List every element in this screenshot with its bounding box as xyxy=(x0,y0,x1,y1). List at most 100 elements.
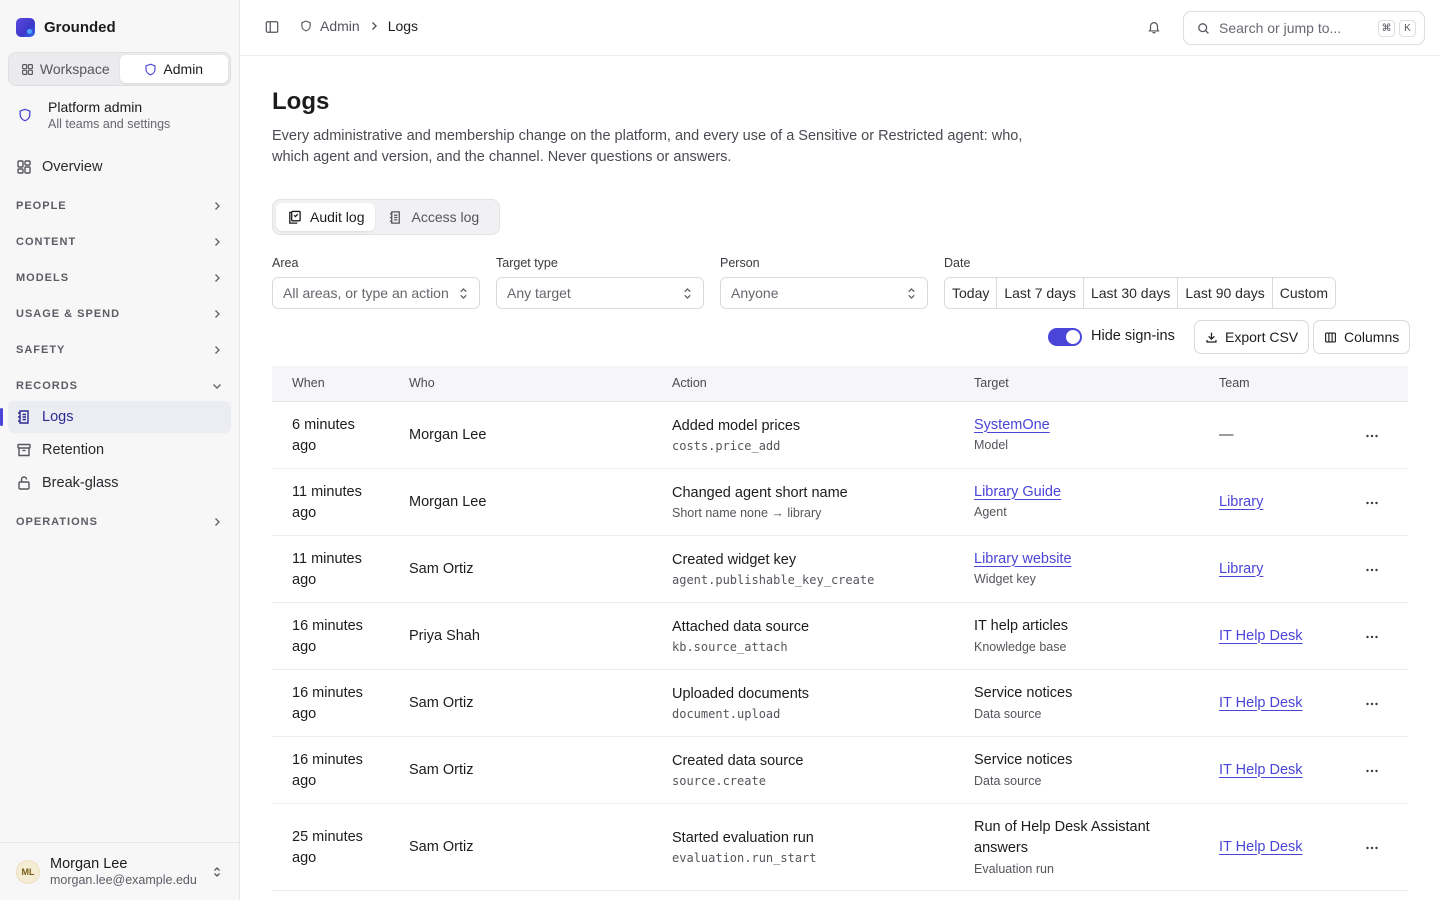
shield-icon xyxy=(301,20,311,32)
search-icon xyxy=(1198,22,1209,34)
topbar: Admin Logs Search or jump to... ⌘ K xyxy=(240,0,1440,56)
section-label: OPERATIONS xyxy=(16,516,98,528)
sidebar-section-people[interactable]: PEOPLE xyxy=(8,194,231,218)
tab-audit-log[interactable]: Audit log xyxy=(276,203,376,231)
table-row[interactable]: 6 minutes ago Morgan Lee Added model pri… xyxy=(272,402,1408,469)
sidebar-section-content[interactable]: CONTENT xyxy=(8,230,231,254)
action-title: Attached data source xyxy=(672,618,810,635)
column-header-when[interactable]: When xyxy=(292,376,325,390)
chevron-up-down-icon xyxy=(684,287,691,299)
admin-mode-button[interactable]: Admin xyxy=(119,55,228,83)
hide-signins-toggle[interactable] xyxy=(1048,328,1082,346)
sidebar-section-records[interactable]: RECORDS xyxy=(8,374,231,398)
bell-icon[interactable] xyxy=(1147,20,1161,34)
columns-button[interactable]: Columns xyxy=(1313,320,1411,354)
search-input[interactable]: Search or jump to... ⌘ K xyxy=(1183,11,1425,45)
action-detail: document.upload xyxy=(672,706,781,721)
date-option-90-days[interactable]: Last 90 days xyxy=(1177,278,1272,308)
cell-who: Morgan Lee xyxy=(409,426,487,443)
team-link[interactable]: IT Help Desk xyxy=(1219,762,1303,778)
target-link[interactable]: Library website xyxy=(974,549,1194,569)
cell-team: Library xyxy=(1219,561,1263,577)
column-header-target[interactable]: Target xyxy=(974,376,1009,390)
cell-target: Service notices Data source xyxy=(974,750,1194,791)
workspace-mode-label: Workspace xyxy=(39,61,110,77)
more-options-icon[interactable] xyxy=(1364,495,1380,511)
target-link[interactable]: Library Guide xyxy=(974,482,1194,502)
user-menu[interactable]: ML Morgan Lee morgan.lee@example.edu xyxy=(0,842,239,900)
cell-when: 16 minutes ago xyxy=(292,751,363,789)
table-row[interactable]: 11 minutes ago Morgan Lee Changed agent … xyxy=(272,469,1408,536)
team-empty: — xyxy=(1219,426,1234,443)
table-row[interactable]: 16 minutes ago Priya Shah Attached data … xyxy=(272,603,1408,670)
more-options-icon[interactable] xyxy=(1364,629,1380,645)
column-header-action[interactable]: Action xyxy=(672,376,707,390)
sidebar-item-logs[interactable]: Logs xyxy=(8,401,231,433)
target-type-filter-select[interactable]: Any target xyxy=(496,277,704,309)
column-header-who[interactable]: Who xyxy=(409,376,435,390)
table-row[interactable]: 25 minutes ago Sam Ortiz Started evaluat… xyxy=(272,804,1408,891)
date-option-7-days[interactable]: Last 7 days xyxy=(996,278,1083,308)
sidebar-section-usage[interactable]: USAGE & SPEND xyxy=(8,302,231,326)
sidebar-section-models[interactable]: MODELS xyxy=(8,266,231,290)
team-link[interactable]: IT Help Desk xyxy=(1219,839,1303,855)
action-detail: kb.source_attach xyxy=(672,639,788,654)
section-label: RECORDS xyxy=(16,380,79,392)
sidebar-item-label: Logs xyxy=(42,409,74,425)
cell-when: 16 minutes ago xyxy=(292,684,363,722)
sidebar-toggle-icon[interactable] xyxy=(265,20,279,34)
chevron-up-down-icon xyxy=(908,287,915,299)
table-row[interactable]: 11 minutes ago Sam Ortiz Created widget … xyxy=(272,536,1408,603)
more-options-icon[interactable] xyxy=(1364,562,1380,578)
cell-when: 6 minutes ago xyxy=(292,416,355,454)
section-label: CONTENT xyxy=(16,236,77,248)
team-link[interactable]: Library xyxy=(1219,561,1263,577)
sidebar-item-label: Break-glass xyxy=(42,475,119,491)
section-label: SAFETY xyxy=(16,344,66,356)
sidebar-section-safety[interactable]: SAFETY xyxy=(8,338,231,362)
table-row[interactable]: 16 minutes ago Sam Ortiz Uploaded docume… xyxy=(272,670,1408,737)
more-options-icon[interactable] xyxy=(1364,840,1380,856)
action-title: Created widget key xyxy=(672,551,797,568)
person-filter-select[interactable]: Anyone xyxy=(720,277,928,309)
workspace-mode-button[interactable]: Workspace xyxy=(11,55,120,83)
more-options-icon[interactable] xyxy=(1364,696,1380,712)
target-type: Evaluation run xyxy=(974,861,1054,876)
chevron-up-down-icon xyxy=(214,866,220,877)
cell-team: IT Help Desk xyxy=(1219,762,1303,778)
action-detail: costs.price_add xyxy=(672,438,781,453)
more-options-icon[interactable] xyxy=(1364,428,1380,444)
sidebar-section-operations[interactable]: OPERATIONS xyxy=(8,510,231,534)
date-option-custom[interactable]: Custom xyxy=(1271,278,1335,308)
date-option-today[interactable]: Today xyxy=(945,278,997,308)
target-type: Agent xyxy=(974,504,1007,519)
cell-action: Changed agent short name Short name none… xyxy=(672,483,848,523)
export-csv-button[interactable]: Export CSV xyxy=(1194,320,1310,354)
table-row[interactable]: 16 minutes ago Sam Ortiz Created data so… xyxy=(272,737,1408,804)
tab-access-log[interactable]: Access log xyxy=(377,203,490,231)
export-csv-label: Export CSV xyxy=(1225,329,1299,345)
cell-action: Uploaded documents document.upload xyxy=(672,684,809,724)
target-link[interactable]: SystemOne xyxy=(974,415,1194,435)
scope-indicator: Platform admin All teams and settings xyxy=(16,98,170,132)
team-link[interactable]: IT Help Desk xyxy=(1219,628,1303,644)
breadcrumb-admin[interactable]: Admin xyxy=(320,18,360,34)
cell-who: Sam Ortiz xyxy=(409,560,474,577)
admin-mode-label: Admin xyxy=(163,61,204,77)
cell-target: IT help articles Knowledge base xyxy=(974,616,1194,657)
brand[interactable]: Grounded xyxy=(16,18,116,37)
area-filter-value: All areas, or type an action xyxy=(283,285,449,301)
more-options-icon[interactable] xyxy=(1364,763,1380,779)
team-link[interactable]: Library xyxy=(1219,494,1263,510)
date-option-30-days[interactable]: Last 30 days xyxy=(1082,278,1178,308)
shield-icon xyxy=(145,63,156,75)
sidebar-item-overview[interactable]: Overview xyxy=(8,151,231,183)
target-type: Model xyxy=(974,437,1009,452)
cell-who: Sam Ortiz xyxy=(409,838,474,855)
sidebar-item-label: Retention xyxy=(42,442,105,458)
area-filter-select[interactable]: All areas, or type an action xyxy=(272,277,480,309)
team-link[interactable]: IT Help Desk xyxy=(1219,695,1303,711)
sidebar-item-break-glass[interactable]: Break-glass xyxy=(8,467,231,499)
sidebar-item-retention[interactable]: Retention xyxy=(8,434,231,466)
column-header-team[interactable]: Team xyxy=(1219,376,1250,390)
